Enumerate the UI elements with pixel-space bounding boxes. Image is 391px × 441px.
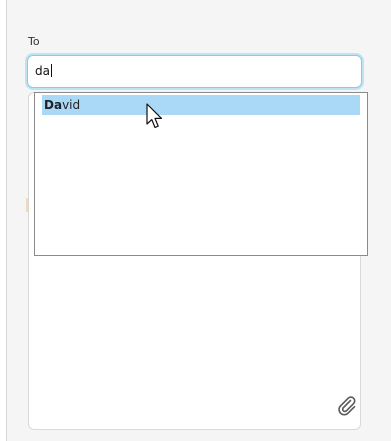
text-caret	[50, 64, 52, 77]
paperclip-icon[interactable]	[335, 394, 357, 416]
mouse-cursor-icon	[146, 103, 163, 129]
to-label: To	[28, 35, 40, 48]
to-input-value: da	[35, 64, 50, 78]
autocomplete-item[interactable]: David	[42, 95, 360, 115]
autocomplete-dropdown: David	[34, 92, 368, 256]
to-input[interactable]: da	[27, 55, 362, 88]
autocomplete-item-rest: vid	[62, 98, 81, 112]
autocomplete-item-match: Da	[44, 98, 63, 112]
